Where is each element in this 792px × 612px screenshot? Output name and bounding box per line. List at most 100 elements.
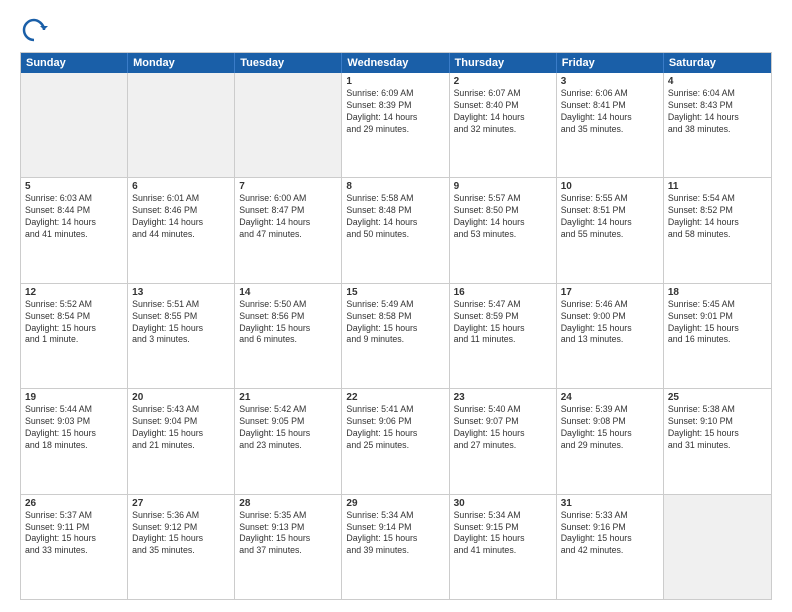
cell-content: Sunrise: 5:37 AM Sunset: 9:11 PM Dayligh… bbox=[25, 510, 123, 558]
cell-content: Sunrise: 5:54 AM Sunset: 8:52 PM Dayligh… bbox=[668, 193, 767, 241]
header-day-friday: Friday bbox=[557, 53, 664, 73]
calendar-cell: 8Sunrise: 5:58 AM Sunset: 8:48 PM Daylig… bbox=[342, 178, 449, 282]
calendar-cell: 6Sunrise: 6:01 AM Sunset: 8:46 PM Daylig… bbox=[128, 178, 235, 282]
calendar-row-1: 1Sunrise: 6:09 AM Sunset: 8:39 PM Daylig… bbox=[21, 73, 771, 177]
calendar: SundayMondayTuesdayWednesdayThursdayFrid… bbox=[20, 52, 772, 600]
cell-content: Sunrise: 6:06 AM Sunset: 8:41 PM Dayligh… bbox=[561, 88, 659, 136]
calendar-cell: 22Sunrise: 5:41 AM Sunset: 9:06 PM Dayli… bbox=[342, 389, 449, 493]
day-number: 4 bbox=[668, 76, 767, 87]
calendar-cell: 21Sunrise: 5:42 AM Sunset: 9:05 PM Dayli… bbox=[235, 389, 342, 493]
day-number: 25 bbox=[668, 392, 767, 403]
day-number: 21 bbox=[239, 392, 337, 403]
calendar-cell: 13Sunrise: 5:51 AM Sunset: 8:55 PM Dayli… bbox=[128, 284, 235, 388]
cell-content: Sunrise: 5:58 AM Sunset: 8:48 PM Dayligh… bbox=[346, 193, 444, 241]
cell-content: Sunrise: 5:51 AM Sunset: 8:55 PM Dayligh… bbox=[132, 299, 230, 347]
calendar-cell: 20Sunrise: 5:43 AM Sunset: 9:04 PM Dayli… bbox=[128, 389, 235, 493]
cell-content: Sunrise: 6:07 AM Sunset: 8:40 PM Dayligh… bbox=[454, 88, 552, 136]
day-number: 17 bbox=[561, 287, 659, 298]
calendar-header: SundayMondayTuesdayWednesdayThursdayFrid… bbox=[21, 53, 771, 73]
header-day-saturday: Saturday bbox=[664, 53, 771, 73]
logo bbox=[20, 16, 52, 44]
day-number: 2 bbox=[454, 76, 552, 87]
calendar-cell: 12Sunrise: 5:52 AM Sunset: 8:54 PM Dayli… bbox=[21, 284, 128, 388]
calendar-cell: 10Sunrise: 5:55 AM Sunset: 8:51 PM Dayli… bbox=[557, 178, 664, 282]
day-number: 15 bbox=[346, 287, 444, 298]
calendar-cell: 7Sunrise: 6:00 AM Sunset: 8:47 PM Daylig… bbox=[235, 178, 342, 282]
calendar-row-4: 19Sunrise: 5:44 AM Sunset: 9:03 PM Dayli… bbox=[21, 388, 771, 493]
calendar-cell: 26Sunrise: 5:37 AM Sunset: 9:11 PM Dayli… bbox=[21, 495, 128, 599]
day-number: 31 bbox=[561, 498, 659, 509]
calendar-cell: 9Sunrise: 5:57 AM Sunset: 8:50 PM Daylig… bbox=[450, 178, 557, 282]
day-number: 1 bbox=[346, 76, 444, 87]
day-number: 12 bbox=[25, 287, 123, 298]
calendar-body: 1Sunrise: 6:09 AM Sunset: 8:39 PM Daylig… bbox=[21, 73, 771, 599]
calendar-cell: 23Sunrise: 5:40 AM Sunset: 9:07 PM Dayli… bbox=[450, 389, 557, 493]
cell-content: Sunrise: 5:34 AM Sunset: 9:15 PM Dayligh… bbox=[454, 510, 552, 558]
calendar-cell: 31Sunrise: 5:33 AM Sunset: 9:16 PM Dayli… bbox=[557, 495, 664, 599]
day-number: 5 bbox=[25, 181, 123, 192]
header-day-thursday: Thursday bbox=[450, 53, 557, 73]
day-number: 10 bbox=[561, 181, 659, 192]
day-number: 24 bbox=[561, 392, 659, 403]
day-number: 30 bbox=[454, 498, 552, 509]
calendar-cell: 1Sunrise: 6:09 AM Sunset: 8:39 PM Daylig… bbox=[342, 73, 449, 177]
day-number: 13 bbox=[132, 287, 230, 298]
cell-content: Sunrise: 5:34 AM Sunset: 9:14 PM Dayligh… bbox=[346, 510, 444, 558]
logo-icon bbox=[20, 16, 48, 44]
cell-content: Sunrise: 5:41 AM Sunset: 9:06 PM Dayligh… bbox=[346, 404, 444, 452]
day-number: 3 bbox=[561, 76, 659, 87]
cell-content: Sunrise: 5:49 AM Sunset: 8:58 PM Dayligh… bbox=[346, 299, 444, 347]
calendar-cell: 4Sunrise: 6:04 AM Sunset: 8:43 PM Daylig… bbox=[664, 73, 771, 177]
day-number: 23 bbox=[454, 392, 552, 403]
calendar-cell: 30Sunrise: 5:34 AM Sunset: 9:15 PM Dayli… bbox=[450, 495, 557, 599]
cell-content: Sunrise: 6:03 AM Sunset: 8:44 PM Dayligh… bbox=[25, 193, 123, 241]
calendar-cell: 28Sunrise: 5:35 AM Sunset: 9:13 PM Dayli… bbox=[235, 495, 342, 599]
calendar-cell: 24Sunrise: 5:39 AM Sunset: 9:08 PM Dayli… bbox=[557, 389, 664, 493]
cell-content: Sunrise: 5:43 AM Sunset: 9:04 PM Dayligh… bbox=[132, 404, 230, 452]
cell-content: Sunrise: 5:50 AM Sunset: 8:56 PM Dayligh… bbox=[239, 299, 337, 347]
day-number: 18 bbox=[668, 287, 767, 298]
page: SundayMondayTuesdayWednesdayThursdayFrid… bbox=[0, 0, 792, 612]
header-day-sunday: Sunday bbox=[21, 53, 128, 73]
day-number: 6 bbox=[132, 181, 230, 192]
calendar-cell bbox=[21, 73, 128, 177]
calendar-cell: 5Sunrise: 6:03 AM Sunset: 8:44 PM Daylig… bbox=[21, 178, 128, 282]
cell-content: Sunrise: 6:00 AM Sunset: 8:47 PM Dayligh… bbox=[239, 193, 337, 241]
header-day-monday: Monday bbox=[128, 53, 235, 73]
day-number: 8 bbox=[346, 181, 444, 192]
cell-content: Sunrise: 6:01 AM Sunset: 8:46 PM Dayligh… bbox=[132, 193, 230, 241]
cell-content: Sunrise: 5:46 AM Sunset: 9:00 PM Dayligh… bbox=[561, 299, 659, 347]
day-number: 19 bbox=[25, 392, 123, 403]
cell-content: Sunrise: 5:47 AM Sunset: 8:59 PM Dayligh… bbox=[454, 299, 552, 347]
cell-content: Sunrise: 5:44 AM Sunset: 9:03 PM Dayligh… bbox=[25, 404, 123, 452]
calendar-cell: 18Sunrise: 5:45 AM Sunset: 9:01 PM Dayli… bbox=[664, 284, 771, 388]
cell-content: Sunrise: 5:55 AM Sunset: 8:51 PM Dayligh… bbox=[561, 193, 659, 241]
day-number: 27 bbox=[132, 498, 230, 509]
calendar-cell bbox=[235, 73, 342, 177]
calendar-cell: 14Sunrise: 5:50 AM Sunset: 8:56 PM Dayli… bbox=[235, 284, 342, 388]
cell-content: Sunrise: 5:36 AM Sunset: 9:12 PM Dayligh… bbox=[132, 510, 230, 558]
day-number: 9 bbox=[454, 181, 552, 192]
calendar-cell: 2Sunrise: 6:07 AM Sunset: 8:40 PM Daylig… bbox=[450, 73, 557, 177]
header-day-wednesday: Wednesday bbox=[342, 53, 449, 73]
calendar-row-5: 26Sunrise: 5:37 AM Sunset: 9:11 PM Dayli… bbox=[21, 494, 771, 599]
calendar-cell: 25Sunrise: 5:38 AM Sunset: 9:10 PM Dayli… bbox=[664, 389, 771, 493]
day-number: 14 bbox=[239, 287, 337, 298]
cell-content: Sunrise: 5:35 AM Sunset: 9:13 PM Dayligh… bbox=[239, 510, 337, 558]
cell-content: Sunrise: 5:42 AM Sunset: 9:05 PM Dayligh… bbox=[239, 404, 337, 452]
cell-content: Sunrise: 6:09 AM Sunset: 8:39 PM Dayligh… bbox=[346, 88, 444, 136]
cell-content: Sunrise: 5:39 AM Sunset: 9:08 PM Dayligh… bbox=[561, 404, 659, 452]
calendar-cell: 19Sunrise: 5:44 AM Sunset: 9:03 PM Dayli… bbox=[21, 389, 128, 493]
calendar-cell: 29Sunrise: 5:34 AM Sunset: 9:14 PM Dayli… bbox=[342, 495, 449, 599]
calendar-row-2: 5Sunrise: 6:03 AM Sunset: 8:44 PM Daylig… bbox=[21, 177, 771, 282]
header-day-tuesday: Tuesday bbox=[235, 53, 342, 73]
calendar-cell: 17Sunrise: 5:46 AM Sunset: 9:00 PM Dayli… bbox=[557, 284, 664, 388]
day-number: 28 bbox=[239, 498, 337, 509]
day-number: 16 bbox=[454, 287, 552, 298]
day-number: 22 bbox=[346, 392, 444, 403]
calendar-cell: 11Sunrise: 5:54 AM Sunset: 8:52 PM Dayli… bbox=[664, 178, 771, 282]
cell-content: Sunrise: 5:52 AM Sunset: 8:54 PM Dayligh… bbox=[25, 299, 123, 347]
calendar-row-3: 12Sunrise: 5:52 AM Sunset: 8:54 PM Dayli… bbox=[21, 283, 771, 388]
day-number: 11 bbox=[668, 181, 767, 192]
calendar-cell: 27Sunrise: 5:36 AM Sunset: 9:12 PM Dayli… bbox=[128, 495, 235, 599]
